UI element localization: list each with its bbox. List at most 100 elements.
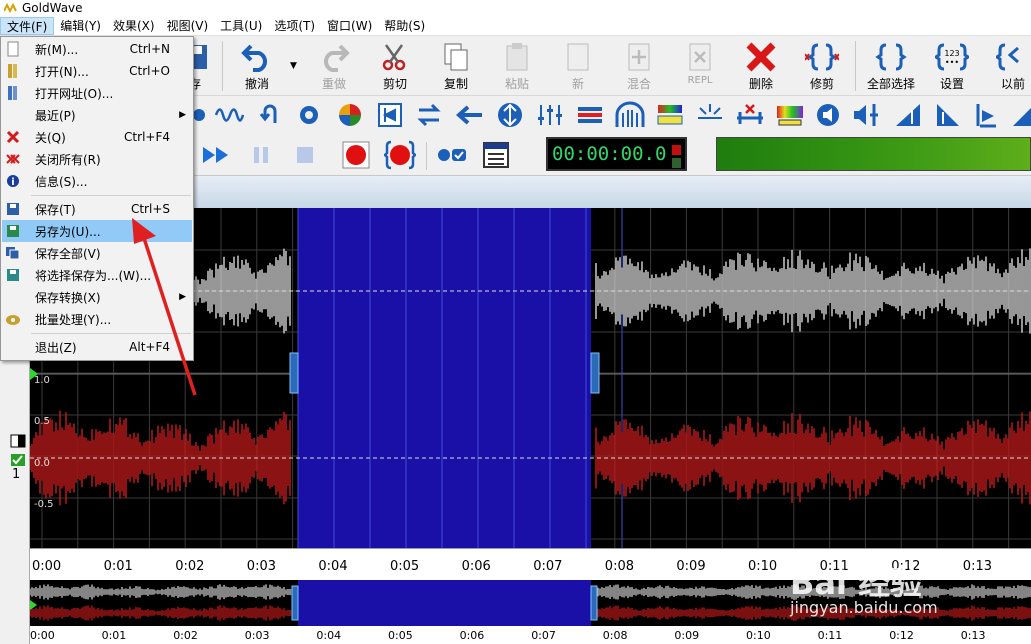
previous-button[interactable]: 以前 [984,39,1031,94]
paste-button[interactable]: 粘贴 [488,39,546,94]
effect-reverse-icon[interactable] [254,100,284,130]
selection-start-marker [289,352,299,394]
menu-item-label: 保存(T) [35,202,76,217]
replace-button[interactable]: REPL [671,39,729,94]
svg-text:i: i [11,177,14,188]
close-icon [6,130,20,144]
effect-fade-in-icon[interactable] [893,100,923,130]
delete-button[interactable]: 删除 [732,39,790,94]
effect-fade-partial-icon[interactable] [1008,100,1031,130]
info-icon: i [7,175,19,188]
time-ruler-label: 0:02 [175,559,205,574]
new-label: 新 [571,77,584,91]
baidu-watermark: Bai 经验 jingyan.baidu.com [790,530,1030,640]
new-button[interactable]: 新 [549,39,607,94]
batch-icon [6,315,20,325]
channel-select-icon[interactable] [10,434,26,448]
effect-wave-icon[interactable] [214,100,244,130]
menu-effects[interactable]: 效果(X) [107,17,161,35]
menu-item-shortcut: Ctrl+N [129,42,170,56]
time-display: 00:00:00.0 [546,137,687,171]
open-url-icon [8,86,17,100]
effect-rainbow-icon[interactable] [655,100,685,130]
replace-icon [689,43,711,71]
toolbar-separator [855,41,856,91]
file-menu-close[interactable]: 关(Q) Ctrl+F4 [2,126,192,148]
effect-volume-icon[interactable] [852,100,882,130]
menu-edit[interactable]: 编辑(Y) [54,17,107,35]
mix-button[interactable]: 混合 [610,39,668,94]
menu-item-shortcut: Ctrl+O [129,64,170,78]
select-all-button[interactable]: 全部选择 [862,39,920,94]
amplitude-label: -0.5 [34,499,54,510]
watermark-url: jingyan.baidu.com [790,598,938,617]
cut-button[interactable]: 剪切 [366,39,424,94]
file-menu-recent[interactable]: 最近(P) ▶ [2,104,192,126]
effect-spark-icon[interactable] [695,100,725,130]
effect-expand-icon[interactable] [495,100,525,130]
time-display-text: 00:00:00.0 [552,143,667,165]
select-all-label: 全部选择 [866,77,915,91]
file-menu-open-url[interactable]: 打开网址(O)... [2,82,192,104]
goldwave-logo-icon [4,3,17,13]
effect-arch-icon[interactable] [615,100,645,130]
settings-icon: 123••• [935,43,969,71]
stop-icon[interactable] [289,139,321,171]
file-menu-close-all[interactable]: 关闭所有(R) [2,148,192,170]
effect-spectrum-bar-icon[interactable] [775,100,805,130]
effect-equalizer-icon[interactable] [535,100,565,130]
paste-icon [506,43,528,71]
copy-button[interactable]: 复制 [427,39,485,94]
channel-enable-checkbox-icon[interactable] [10,453,26,467]
goldwave-window: GoldWave 文件(F) 编辑(Y) 效果(X) 视图(V) 工具(U) 选… [0,0,1031,644]
undo-icon [241,44,267,72]
effect-speaker-icon[interactable] [813,100,843,130]
effect-cue-icon[interactable] [375,100,405,130]
overview-ruler-label: 0:05 [388,629,413,642]
save-all-icon [6,247,20,260]
menu-window[interactable]: 窗口(W) [321,17,378,35]
file-menu-new[interactable]: 新(M)... Ctrl+N [2,38,192,60]
menu-options[interactable]: 选项(T) [268,17,321,35]
effect-spectrum-icon[interactable] [575,100,605,130]
undo-dropdown-arrow-icon[interactable]: ▼ [290,61,297,71]
redo-button[interactable]: 重做 [305,39,363,94]
overview-ruler-label: 0:10 [746,629,771,642]
cut-label: 剪切 [382,77,407,91]
effect-color-wheel-icon[interactable] [335,100,365,130]
effect-fade-out-icon[interactable] [932,100,962,130]
effect-gear-icon[interactable] [294,100,324,130]
pause-icon[interactable] [245,139,277,171]
amplitude-label: 0.5 [34,416,50,427]
trim-button[interactable]: 修剪 [793,39,851,94]
save-selection-icon [7,269,19,281]
menu-separator [31,195,191,196]
previous-label: 以前 [1000,77,1025,91]
settings-button[interactable]: 123 ••• 设置 [923,39,981,94]
overview-ruler-label: 0:04 [316,629,342,642]
effect-remove-icon[interactable] [735,100,765,130]
menu-file[interactable]: 文件(F) [0,16,55,35]
amplitude-label: 1.0 [34,375,50,386]
fast-forward-icon[interactable] [200,139,232,171]
properties-icon[interactable] [480,139,512,171]
effect-arrow-left-icon[interactable] [455,100,485,130]
record-new-icon[interactable] [340,139,372,171]
time-ruler-label: 0:06 [461,559,491,574]
menu-view[interactable]: 视图(V) [161,17,215,35]
menu-item-label: 另存为(U)... [35,224,101,239]
monitor-icon[interactable] [436,139,468,171]
overview-selection-marker [291,585,299,621]
undo-button[interactable]: 撤消 [228,39,286,94]
file-menu-open[interactable]: 打开(N)... Ctrl+O [2,60,192,82]
effect-marker-icon[interactable] [972,100,1002,130]
file-menu-info[interactable]: i 信息(S)... [2,170,192,192]
overview-ruler-label: 0:02 [173,629,198,642]
menu-tools[interactable]: 工具(U) [214,17,268,35]
effect-swap-icon[interactable] [414,100,444,130]
delete-x-icon [746,42,776,72]
submenu-arrow-icon: ▶ [179,110,186,120]
record-selection-icon[interactable] [384,139,416,171]
menu-help[interactable]: 帮助(S) [378,17,431,35]
channel-number: 1 [12,467,21,482]
